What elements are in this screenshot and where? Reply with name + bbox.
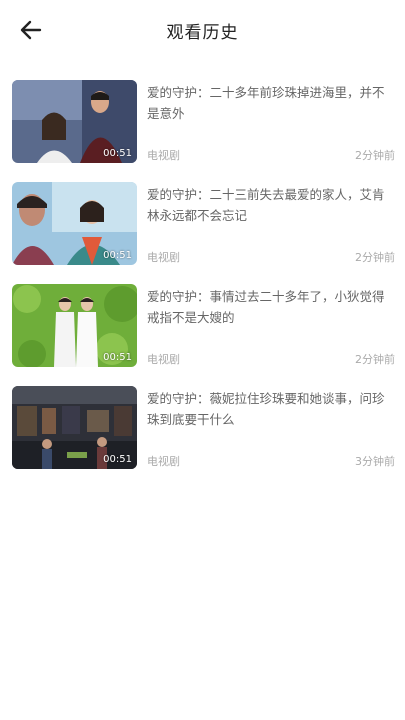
video-thumbnail[interactable]: 00:51 [12, 284, 137, 367]
history-item[interactable]: 00:51 爱的守护：薇妮拉住珍珠要和她谈事，问珍珠到底要干什么 电视剧 3分钟… [0, 386, 405, 471]
video-thumbnail[interactable]: 00:51 [12, 386, 137, 469]
duration-label: 00:51 [103, 352, 132, 363]
watched-time: 2分钟前 [355, 353, 395, 366]
video-title: 爱的守护：二十多年前珍珠掉进海里，并不是意外 [147, 85, 385, 121]
category-label: 电视剧 [147, 251, 180, 264]
duration-label: 00:51 [103, 148, 132, 159]
watched-time: 2分钟前 [355, 149, 395, 162]
history-list: 00:51 爱的守护：二十多年前珍珠掉进海里，并不是意外 电视剧 2分钟前 00… [0, 80, 405, 488]
duration-label: 00:51 [103, 454, 132, 465]
category-label: 电视剧 [147, 149, 180, 162]
watched-time: 3分钟前 [355, 455, 395, 468]
video-title: 爱的守护：二十三前失去最爱的家人，艾肯林永远都不会忘记 [147, 187, 385, 223]
duration-label: 00:51 [103, 250, 132, 261]
category-label: 电视剧 [147, 455, 180, 468]
history-item[interactable]: 00:51 爱的守护：二十三前失去最爱的家人，艾肯林永远都不会忘记 电视剧 2分… [0, 182, 405, 267]
history-item[interactable]: 00:51 爱的守护：事情过去二十多年了，小狄觉得戒指不是大嫂的 电视剧 2分钟… [0, 284, 405, 369]
page-title: 观看历史 [166, 23, 239, 43]
history-item[interactable]: 00:51 爱的守护：二十多年前珍珠掉进海里，并不是意外 电视剧 2分钟前 [0, 80, 405, 165]
header-bar: 观看历史 [0, 0, 405, 60]
video-title: 爱的守护：事情过去二十多年了，小狄觉得戒指不是大嫂的 [147, 289, 385, 325]
category-label: 电视剧 [147, 353, 180, 366]
video-title: 爱的守护：薇妮拉住珍珠要和她谈事，问珍珠到底要干什么 [147, 391, 385, 427]
video-thumbnail[interactable]: 00:51 [12, 182, 137, 265]
video-thumbnail[interactable]: 00:51 [12, 80, 137, 163]
watched-time: 2分钟前 [355, 251, 395, 264]
